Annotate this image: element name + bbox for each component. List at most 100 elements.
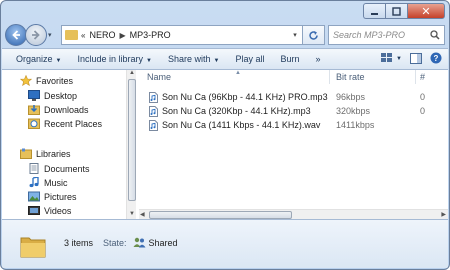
help-icon: ? (430, 52, 442, 64)
explorer-window: ✕ ▾ « NERO ▶ MP3-PRO ▾ Search MP3-PRO Or… (0, 0, 450, 270)
forward-arrow-icon (32, 30, 40, 40)
back-button[interactable] (5, 24, 27, 46)
star-icon (20, 75, 32, 86)
address-dropdown[interactable]: ▾ (288, 26, 302, 44)
chevron-down-icon: ▼ (146, 58, 152, 64)
breadcrumb-mp3-pro[interactable]: MP3-PRO (130, 30, 171, 40)
scroll-down-icon[interactable]: ▼ (127, 211, 137, 219)
sidebar-item-favorites[interactable]: Favorites (20, 75, 73, 86)
share-label: Share with (167, 54, 211, 64)
state-label: State: (103, 237, 127, 248)
file-name-cell[interactable]: Son Nu Ca (1411 Kbps - 44.1 KHz).wav (149, 119, 321, 131)
sidebar-item-documents[interactable]: Documents (28, 163, 90, 174)
number-cell: 0 (420, 106, 426, 116)
organize-label: Organize (16, 54, 53, 64)
horizontal-scrollbar[interactable]: ◀ ▶ (139, 209, 448, 219)
libraries-label: Libraries (36, 148, 71, 159)
state-value: Shared (148, 237, 178, 248)
help-button[interactable]: ? (430, 52, 442, 66)
content-area: Favorites Desktop Downloads Recent Place… (2, 70, 448, 219)
navigation-pane-scrollbar[interactable]: ▲ ▼ (126, 70, 136, 219)
library-icon (20, 148, 32, 159)
search-input[interactable]: Search MP3-PRO (328, 25, 445, 45)
scrollbar-thumb[interactable] (149, 211, 292, 219)
refresh-icon (309, 30, 318, 40)
sidebar-item-libraries[interactable]: Libraries (20, 148, 71, 159)
sidebar-item-downloads[interactable]: Downloads (28, 104, 89, 115)
desktop-icon (28, 90, 40, 101)
audio-file-icon (149, 105, 158, 117)
sort-chevron-up-icon: ▲ (235, 70, 241, 76)
more-commands-button[interactable]: » (315, 54, 320, 64)
recent-places-label: Recent Places (44, 118, 103, 129)
play-all-button[interactable]: Play all (235, 54, 264, 64)
close-icon: ✕ (421, 5, 431, 18)
svg-text:?: ? (434, 54, 439, 63)
column-divider[interactable] (329, 70, 330, 84)
breadcrumb-nero[interactable]: NERO (89, 30, 115, 40)
command-bar: Organize ▼ Include in library ▼ Share with… (2, 48, 448, 70)
bitrate-cell: 1411kbps (336, 120, 375, 130)
sidebar-item-music[interactable]: Music (28, 177, 68, 188)
audio-file-icon (149, 119, 158, 131)
sidebar-item-videos[interactable]: Videos (28, 205, 71, 216)
recent-pages-dropdown[interactable]: ▾ (48, 31, 58, 39)
scrollbar-thumb[interactable] (128, 79, 136, 201)
sidebar-item-desktop[interactable]: Desktop (28, 90, 77, 101)
column-name[interactable]: Name (147, 72, 171, 82)
search-icon[interactable] (430, 30, 440, 40)
file-name-cell[interactable]: Son Nu Ca (96Kbp - 44.1 KHz) PRO.mp3 (149, 91, 328, 103)
recent-places-icon (28, 118, 40, 129)
breadcrumb-separator-icon[interactable]: ▶ (119, 31, 125, 40)
scroll-right-icon[interactable]: ▶ (441, 211, 446, 218)
burn-button[interactable]: Burn (280, 54, 299, 64)
table-row[interactable]: Son Nu Ca (1411 Kbps - 44.1 KHz).wav 141… (139, 118, 448, 132)
include-in-library-menu[interactable]: Include in library ▼ (77, 54, 151, 64)
close-button[interactable]: ✕ (407, 3, 445, 19)
back-arrow-icon (12, 30, 20, 40)
organize-menu[interactable]: Organize ▼ (16, 54, 61, 64)
change-view-button[interactable] (381, 53, 393, 65)
file-name: Son Nu Ca (96Kbp - 44.1 KHz) PRO.mp3 (162, 92, 328, 102)
file-name-cell[interactable]: Son Nu Ca (320Kbp - 44.1 KHz).mp3 (149, 105, 311, 117)
pictures-label: Pictures (44, 191, 77, 202)
preview-pane-button[interactable] (410, 52, 422, 66)
preview-pane-icon (410, 52, 422, 64)
downloads-icon (28, 105, 40, 115)
search-placeholder: Search MP3-PRO (333, 30, 406, 40)
file-name: Son Nu Ca (1411 Kbps - 44.1 KHz).wav (162, 120, 321, 130)
scroll-up-icon[interactable]: ▲ (127, 70, 137, 78)
file-name: Son Nu Ca (320Kbp - 44.1 KHz).mp3 (162, 106, 311, 116)
details-pane: 3 items State: Shared (2, 219, 448, 268)
music-label: Music (44, 177, 68, 188)
downloads-label: Downloads (44, 104, 89, 115)
refresh-button[interactable] (303, 25, 325, 45)
table-row[interactable]: Son Nu Ca (320Kbp - 44.1 KHz).mp3 320kbp… (139, 104, 448, 118)
bitrate-cell: 96kbps (336, 92, 366, 102)
column-number[interactable]: # (420, 72, 425, 82)
column-headers: Name ▲ Bit rate # (139, 70, 448, 84)
view-dropdown[interactable]: ▼ (396, 56, 402, 62)
maximize-button[interactable] (385, 3, 407, 19)
pictures-icon (28, 191, 40, 202)
address-bar[interactable]: « NERO ▶ MP3-PRO ▾ (61, 25, 303, 45)
include-label: Include in library (77, 54, 144, 64)
scroll-left-icon[interactable]: ◀ (140, 211, 145, 218)
music-icon (29, 177, 39, 188)
column-divider[interactable] (415, 70, 416, 84)
sidebar-item-recent-places[interactable]: Recent Places (28, 118, 102, 129)
bitrate-cell: 320kbps (336, 106, 371, 116)
share-with-menu[interactable]: Share with ▼ (168, 54, 219, 64)
view-icon (381, 53, 393, 62)
file-list: Name ▲ Bit rate # Son Nu Ca (96Kbp - 44.… (139, 70, 448, 219)
chevron-down-icon: ▼ (55, 58, 62, 64)
column-bitrate[interactable]: Bit rate (336, 72, 365, 82)
item-summary: 3 items State: Shared (64, 237, 178, 248)
sidebar-item-pictures[interactable]: Pictures (28, 191, 77, 202)
address-overflow[interactable]: « (81, 31, 85, 40)
table-row[interactable]: Son Nu Ca (96Kbp - 44.1 KHz) PRO.mp3 96k… (139, 90, 448, 104)
number-cell: 0 (420, 92, 426, 102)
forward-button[interactable] (25, 24, 47, 46)
documents-icon (29, 163, 39, 174)
minimize-button[interactable] (363, 3, 385, 19)
